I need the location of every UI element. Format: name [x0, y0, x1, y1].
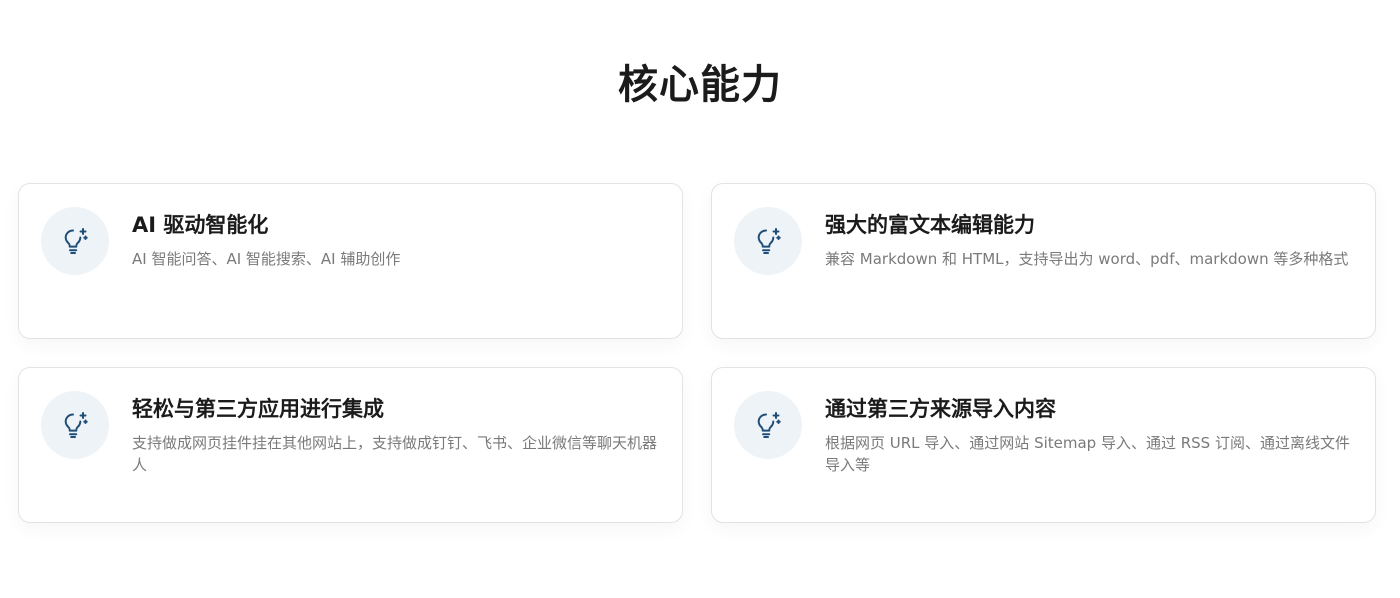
lightbulb-sparkle-icon — [64, 412, 88, 438]
feature-description: 兼容 Markdown 和 HTML，支持导出为 word、pdf、markdo… — [825, 250, 1349, 268]
feature-card-integration: 轻松与第三方应用进行集成 支持做成网页挂件挂在其他网站上，支持做成钉钉、飞书、企… — [18, 367, 683, 523]
feature-text: AI 驱动智能化 AI 智能问答、AI 智能搜索、AI 辅助创作 — [132, 206, 400, 270]
feature-description: AI 智能问答、AI 智能搜索、AI 辅助创作 — [132, 250, 401, 268]
feature-title: 通过第三方来源导入内容 — [825, 397, 1056, 421]
feature-card-import: 通过第三方来源导入内容 根据网页 URL 导入、通过网站 Sitemap 导入、… — [711, 367, 1376, 523]
feature-icon-badge — [734, 391, 802, 459]
features-page: 核心能力 AI 驱动智能化 AI 智能问答、AI 智能搜索、AI 辅助创作 强大… — [0, 0, 1400, 598]
features-grid: AI 驱动智能化 AI 智能问答、AI 智能搜索、AI 辅助创作 强大的富文本编… — [18, 183, 1376, 523]
feature-icon-badge — [41, 391, 109, 459]
feature-title: 轻松与第三方应用进行集成 — [132, 397, 384, 421]
lightbulb-sparkle-icon — [757, 412, 781, 438]
feature-icon-badge — [734, 207, 802, 275]
feature-text: 轻松与第三方应用进行集成 支持做成网页挂件挂在其他网站上，支持做成钉钉、飞书、企… — [132, 390, 657, 476]
feature-description: 支持做成网页挂件挂在其他网站上，支持做成钉钉、飞书、企业微信等聊天机器人 — [132, 434, 658, 474]
feature-title: 强大的富文本编辑能力 — [825, 213, 1035, 237]
lightbulb-sparkle-icon — [757, 228, 781, 254]
feature-text: 通过第三方来源导入内容 根据网页 URL 导入、通过网站 Sitemap 导入、… — [825, 390, 1350, 476]
section-title: 核心能力 — [618, 62, 782, 108]
feature-text: 强大的富文本编辑能力 兼容 Markdown 和 HTML，支持导出为 word… — [825, 206, 1348, 270]
feature-description: 根据网页 URL 导入、通过网站 Sitemap 导入、通过 RSS 订阅、通过… — [825, 434, 1350, 474]
lightbulb-sparkle-icon — [64, 228, 88, 254]
feature-card-ai: AI 驱动智能化 AI 智能问答、AI 智能搜索、AI 辅助创作 — [18, 183, 683, 339]
feature-title: AI 驱动智能化 — [132, 213, 269, 237]
feature-card-rich-text: 强大的富文本编辑能力 兼容 Markdown 和 HTML，支持导出为 word… — [711, 183, 1376, 339]
feature-icon-badge — [41, 207, 109, 275]
